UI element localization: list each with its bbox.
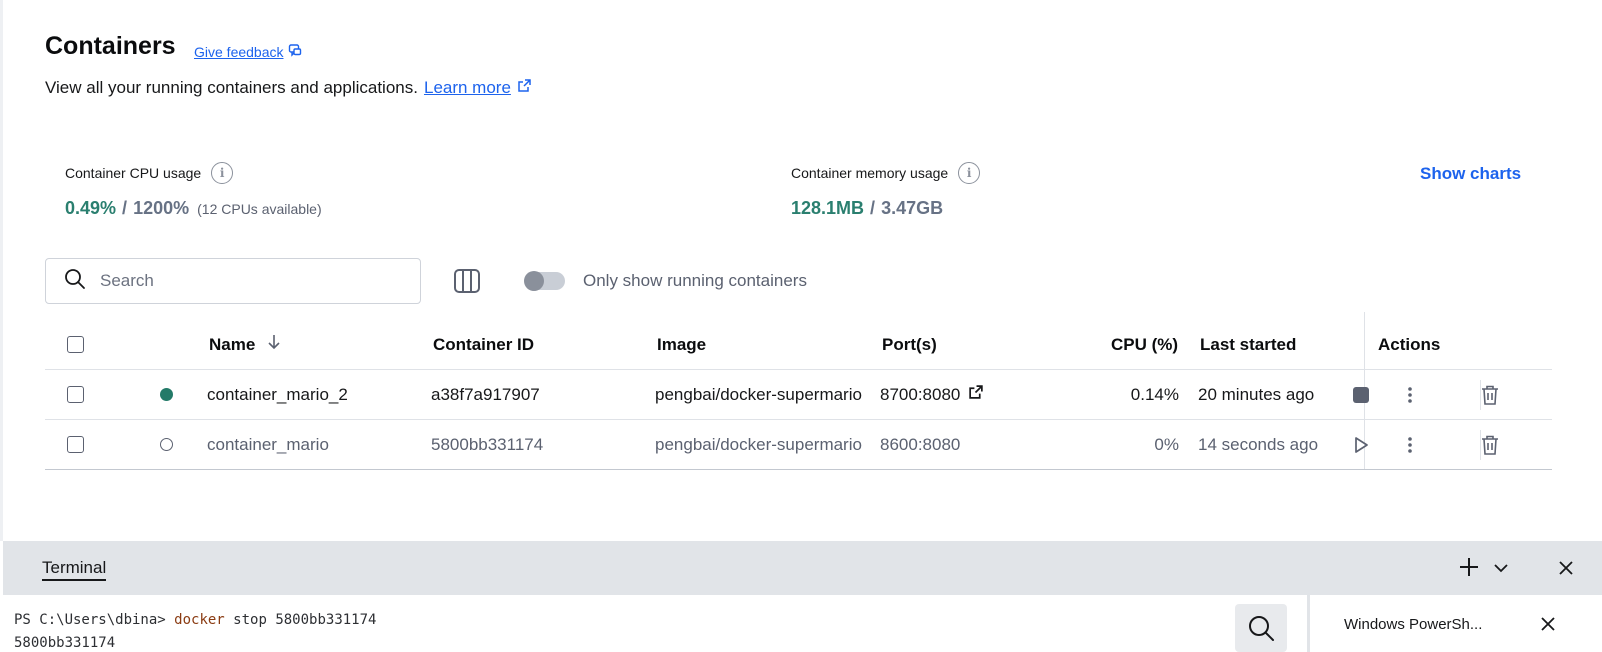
memory-usage-label: Container memory usage: [791, 165, 949, 181]
terminal-output[interactable]: PS C:\Users\dbina> docker stop 5800bb331…: [3, 595, 1293, 652]
container-cpu: 0%: [1154, 434, 1179, 454]
cpu-info-icon[interactable]: i: [211, 162, 234, 184]
terminal-header: Terminal: [3, 541, 1602, 595]
row-checkbox[interactable]: [67, 436, 84, 453]
select-all-checkbox[interactable]: [67, 336, 84, 353]
terminal-prompt: PS C:\Users\dbina>: [14, 612, 166, 628]
external-link-icon: [968, 384, 984, 405]
play-icon[interactable]: [1348, 432, 1374, 458]
terminal-title[interactable]: Terminal: [42, 558, 107, 581]
sort-down-icon: [267, 334, 281, 355]
container-cpu: 0.14%: [1130, 384, 1179, 404]
container-id: a38f7a917907: [431, 384, 540, 404]
search-icon: [64, 268, 86, 295]
columns-icon[interactable]: [453, 268, 481, 294]
container-image[interactable]: pengbai/docker-supermario: [655, 370, 870, 419]
page-title: Containers: [45, 32, 176, 60]
status-cell: [160, 370, 173, 419]
search-input[interactable]: Search: [45, 258, 421, 304]
delete-icon[interactable]: [1477, 382, 1503, 408]
memory-total-value: 3.47GB: [881, 198, 944, 218]
column-cpu[interactable]: CPU (%): [1111, 320, 1178, 369]
stopped-status-icon: [160, 438, 173, 451]
container-last-started: 20 minutes ago: [1198, 384, 1315, 404]
terminal-line: PS C:\Users\dbina> docker stop 5800bb331…: [14, 609, 1293, 632]
actions-divider: [1364, 312, 1365, 369]
terminal-search-icon[interactable]: [1235, 604, 1287, 652]
column-last-started[interactable]: Last started: [1200, 320, 1296, 369]
memory-used-value: 128.1MB: [791, 198, 865, 218]
show-charts-button[interactable]: Show charts: [1420, 164, 1521, 184]
terminal-output-line: 5800bb331174: [14, 635, 116, 651]
running-only-toggle[interactable]: [524, 271, 565, 291]
learn-more-link[interactable]: Learn more: [424, 78, 532, 98]
column-container-id[interactable]: Container ID: [433, 320, 534, 369]
column-name[interactable]: Name: [209, 320, 281, 369]
feedback-icon: [288, 43, 302, 60]
select-all-checkbox-cell: [67, 320, 84, 369]
container-ports-link[interactable]: 8700:8080: [880, 370, 984, 419]
status-cell: [160, 420, 173, 469]
new-terminal-icon[interactable]: [1458, 556, 1480, 578]
container-name[interactable]: container_mario_2: [207, 370, 417, 419]
row-checkbox-cell: [67, 420, 84, 469]
subtitle-text: View all your running containers and app…: [45, 78, 418, 97]
column-actions: Actions: [1378, 334, 1441, 354]
give-feedback-label: Give feedback: [194, 43, 284, 60]
column-ports[interactable]: Port(s): [882, 320, 937, 369]
containers-view: Containers Give feedback View all your r…: [0, 0, 1602, 541]
close-icon[interactable]: [1539, 615, 1557, 633]
container-name[interactable]: container_mario: [207, 420, 417, 469]
chevron-down-icon[interactable]: [1491, 558, 1511, 578]
column-name-label: Name: [209, 334, 256, 354]
memory-separator: /: [870, 198, 876, 218]
external-link-icon: [517, 78, 532, 98]
running-only-label: Only show running containers: [583, 271, 807, 290]
running-status-icon: [160, 388, 173, 401]
cpu-available: (12 CPUs available): [197, 201, 322, 217]
container-id: 5800bb331174: [431, 434, 544, 454]
table-row[interactable]: container_mario_2 a38f7a917907 pengbai/d…: [45, 370, 1552, 420]
column-image[interactable]: Image: [657, 320, 706, 369]
row-checkbox-cell: [67, 370, 84, 419]
more-options-icon[interactable]: [1397, 432, 1423, 458]
container-last-started: 14 seconds ago: [1198, 434, 1319, 454]
containers-table: Name Container ID Image Port(s) CPU (%) …: [45, 312, 1552, 470]
page-subtitle: View all your running containers and app…: [45, 78, 532, 98]
memory-info-icon[interactable]: i: [958, 162, 981, 184]
give-feedback-link[interactable]: Give feedback: [194, 43, 302, 60]
delete-icon[interactable]: [1477, 432, 1503, 458]
terminal-tab[interactable]: Windows PowerSh...: [1314, 595, 1602, 652]
terminal-tab-label: Windows PowerSh...: [1344, 616, 1483, 633]
close-icon[interactable]: [1556, 558, 1576, 578]
stop-icon[interactable]: [1348, 382, 1374, 408]
container-image[interactable]: pengbai/docker-supermario: [655, 420, 870, 469]
cpu-separator: /: [122, 198, 128, 218]
cpu-used-value: 0.49%: [65, 198, 117, 218]
table-row[interactable]: container_mario 5800bb331174 pengbai/doc…: [45, 420, 1552, 470]
toggle-knob: [524, 271, 544, 291]
more-options-icon[interactable]: [1397, 382, 1423, 408]
cpu-usage-label: Container CPU usage: [65, 165, 202, 181]
container-ports: 8600:8080: [880, 434, 961, 454]
row-checkbox[interactable]: [67, 386, 84, 403]
terminal-command: docker: [174, 612, 225, 628]
terminal-divider: [1307, 595, 1310, 652]
terminal-args: stop 5800bb331174: [233, 612, 377, 628]
cpu-usage-stat: Container CPU usage i 0.49% / 1200% (12 …: [65, 162, 322, 219]
search-placeholder: Search: [100, 271, 154, 290]
cpu-total-value: 1200%: [133, 198, 190, 218]
learn-more-label: Learn more: [423, 78, 511, 97]
container-ports: 8700:8080: [880, 384, 961, 404]
terminal-panel: Terminal PS C:\Users\dbina> docker stop …: [3, 541, 1602, 652]
table-header: Name Container ID Image Port(s) CPU (%) …: [45, 312, 1552, 370]
memory-usage-stat: Container memory usage i 128.1MB / 3.47G…: [791, 162, 981, 219]
